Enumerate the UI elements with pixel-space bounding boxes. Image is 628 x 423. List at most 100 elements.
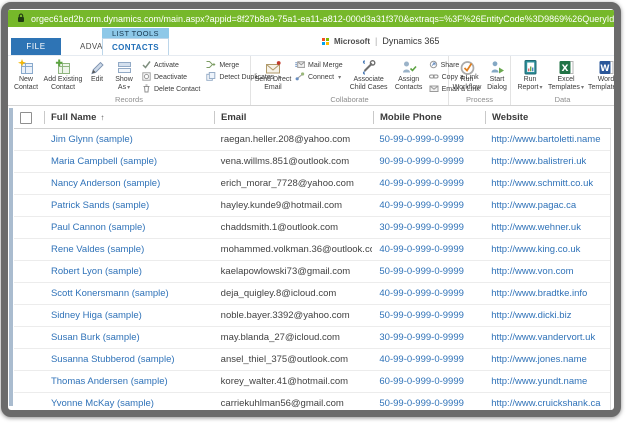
column-header-email[interactable]: Email bbox=[214, 107, 373, 128]
run-workflow-icon bbox=[459, 58, 476, 76]
table-row[interactable]: Jim Glynn (sample) raegan.heller.208@yah… bbox=[14, 129, 610, 151]
table-row[interactable]: Maria Campbell (sample) vena.willms.851@… bbox=[14, 151, 610, 173]
contact-website-link[interactable]: http://www.schmitt.co.uk bbox=[484, 173, 610, 194]
contact-phone-link[interactable]: 30-99-0-999-0-9999 bbox=[372, 217, 484, 238]
tab-file[interactable]: FILE bbox=[11, 38, 61, 55]
contact-name-link[interactable]: Jim Glynn (sample) bbox=[44, 129, 214, 150]
contact-email: deja_quigley.8@icloud.com bbox=[214, 283, 373, 304]
table-row[interactable]: Scott Konersmann (sample) deja_quigley.8… bbox=[14, 283, 610, 305]
contact-name-link[interactable]: Susan Burk (sample) bbox=[44, 327, 214, 348]
contact-website-link[interactable]: http://www.von.com bbox=[484, 261, 610, 282]
contact-phone-link[interactable]: 90-99-0-999-0-9999 bbox=[372, 151, 484, 172]
show-as-button[interactable]: Show As▾ bbox=[109, 57, 139, 92]
ribbon-group-records: New Contact Add Existing Contact Edit bbox=[8, 56, 251, 105]
table-row[interactable]: Nancy Anderson (sample) erich_morar_7728… bbox=[14, 173, 610, 195]
excel-templates-button[interactable]: X Excel Templates▾ bbox=[546, 57, 586, 92]
contact-phone-link[interactable]: 30-99-0-999-0-9999 bbox=[372, 327, 484, 348]
contact-email: vena.willms.851@outlook.com bbox=[214, 151, 373, 172]
lock-icon bbox=[17, 13, 25, 25]
screenshot-stage: orgec61ed2b.crm.dynamics.com/main.aspx?a… bbox=[0, 0, 628, 423]
contact-name-link[interactable]: Thomas Andersen (sample) bbox=[44, 371, 214, 392]
table-row[interactable]: Robert Lyon (sample) kaelapowlowski73@gm… bbox=[14, 261, 610, 283]
associate-child-cases-button[interactable]: Associate Child Cases bbox=[346, 57, 392, 92]
select-all-cell bbox=[14, 107, 44, 128]
contact-email: noble.bayer.3392@yahoo.com bbox=[214, 305, 373, 326]
table-row[interactable]: Susan Burk (sample) may.blanda_27@icloud… bbox=[14, 327, 610, 349]
column-header-mobile-phone[interactable]: Mobile Phone bbox=[373, 107, 485, 128]
deactivate-button[interactable]: Deactivate bbox=[139, 71, 203, 83]
connect-button[interactable]: Connect ▾ bbox=[292, 71, 346, 83]
grid-header-row: Full Name ↑ Email Mobile Phone Website bbox=[14, 107, 611, 129]
contact-phone-link[interactable]: 40-99-0-999-0-9999 bbox=[372, 195, 484, 216]
contact-name-link[interactable]: Nancy Anderson (sample) bbox=[44, 173, 214, 194]
browser-window: orgec61ed2b.crm.dynamics.com/main.aspx?a… bbox=[1, 2, 621, 417]
contact-name-link[interactable]: Robert Lyon (sample) bbox=[44, 261, 214, 282]
column-header-full-name[interactable]: Full Name ↑ bbox=[44, 107, 214, 128]
table-row[interactable]: Patrick Sands (sample) hayley.kunde9@hot… bbox=[14, 195, 610, 217]
contact-email: erich_morar_7728@yahoo.com bbox=[214, 173, 373, 194]
logo-divider: | bbox=[375, 36, 377, 46]
contact-name-link[interactable]: Scott Konersmann (sample) bbox=[44, 283, 214, 304]
contact-website-link[interactable]: http://www.yundt.name bbox=[484, 371, 610, 392]
table-row[interactable]: Sidney Higa (sample) noble.bayer.3392@ya… bbox=[14, 305, 610, 327]
contact-phone-link[interactable]: 40-99-0-999-0-9999 bbox=[372, 349, 484, 370]
contact-phone-link[interactable]: 40-99-0-999-0-9999 bbox=[372, 283, 484, 304]
contact-website-link[interactable]: http://www.wehner.uk bbox=[484, 217, 610, 238]
contact-website-link[interactable]: http://www.bradtke.info bbox=[484, 283, 610, 304]
contact-website-link[interactable]: http://www.bartoletti.name bbox=[484, 129, 610, 150]
table-row[interactable]: Paul Cannon (sample) chaddsmith.1@outloo… bbox=[14, 217, 610, 239]
table-row[interactable]: Rene Valdes (sample) mohammed.volkman.36… bbox=[14, 239, 610, 261]
contact-website-link[interactable]: http://www.balistreri.uk bbox=[484, 151, 610, 172]
browser-address-bar[interactable]: orgec61ed2b.crm.dynamics.com/main.aspx?a… bbox=[8, 10, 614, 27]
select-all-checkbox[interactable] bbox=[20, 112, 32, 124]
table-row[interactable]: Thomas Andersen (sample) korey_walter.41… bbox=[14, 371, 610, 393]
contact-phone-link[interactable]: 60-99-0-999-0-9999 bbox=[372, 371, 484, 392]
trash-icon bbox=[142, 84, 151, 95]
contact-website-link[interactable]: http://www.vandervort.uk bbox=[484, 327, 610, 348]
contact-website-link[interactable]: http://www.pagac.ca bbox=[484, 195, 610, 216]
contact-phone-link[interactable]: 50-99-0-999-0-9999 bbox=[372, 261, 484, 282]
tab-contacts[interactable]: CONTACTS bbox=[102, 38, 169, 55]
contact-phone-link[interactable]: 50-99-0-999-0-9999 bbox=[372, 393, 484, 414]
contact-email: raegan.heller.208@yahoo.com bbox=[214, 129, 373, 150]
microsoft-wordmark: Microsoft bbox=[334, 37, 370, 46]
contact-name-link[interactable]: Susanna Stubberod (sample) bbox=[44, 349, 214, 370]
run-report-button[interactable]: Run Report▾ bbox=[514, 57, 546, 92]
add-existing-contact-button[interactable]: Add Existing Contact bbox=[41, 57, 85, 92]
assign-contacts-button[interactable]: Assign Contacts bbox=[392, 57, 426, 92]
contact-name-link[interactable]: Patrick Sands (sample) bbox=[44, 195, 214, 216]
contact-website-link[interactable]: http://www.king.co.uk bbox=[484, 239, 610, 260]
run-workflow-button[interactable]: Run Workflow bbox=[452, 57, 482, 92]
edit-button[interactable]: Edit bbox=[85, 57, 109, 84]
merge-icon bbox=[206, 60, 216, 71]
delete-contact-button[interactable]: Delete Contact bbox=[139, 83, 203, 95]
contact-name-link[interactable]: Sidney Higa (sample) bbox=[44, 305, 214, 326]
new-contact-button[interactable]: New Contact bbox=[11, 57, 41, 92]
word-icon: W bbox=[598, 58, 615, 76]
contact-email: mohammed.volkman.36@outlook.com bbox=[214, 239, 373, 260]
contact-website-link[interactable]: http://www.dicki.biz bbox=[484, 305, 610, 326]
table-row[interactable]: Yvonne McKay (sample) carriekuhlman56@gm… bbox=[14, 393, 610, 415]
contact-name-link[interactable]: Maria Campbell (sample) bbox=[44, 151, 214, 172]
chevron-down-icon: ▾ bbox=[581, 85, 584, 91]
contact-name-link[interactable]: Paul Cannon (sample) bbox=[44, 217, 214, 238]
contact-phone-link[interactable]: 50-99-0-999-0-9999 bbox=[372, 305, 484, 326]
send-direct-email-button[interactable]: Send Direct Email bbox=[254, 57, 292, 92]
svg-text:W: W bbox=[600, 64, 610, 74]
mail-merge-icon bbox=[295, 60, 305, 71]
activate-button[interactable]: Activate bbox=[139, 59, 203, 71]
contact-website-link[interactable]: http://www.jones.name bbox=[484, 349, 610, 370]
email-link-icon bbox=[429, 84, 439, 95]
contact-name-link[interactable]: Rene Valdes (sample) bbox=[44, 239, 214, 260]
table-row[interactable]: Susanna Stubberod (sample) ansel_thiel_3… bbox=[14, 349, 610, 371]
mail-merge-button[interactable]: Mail Merge bbox=[292, 59, 346, 71]
contact-phone-link[interactable]: 40-99-0-999-0-9999 bbox=[372, 173, 484, 194]
contact-website-link[interactable]: http://www.cruickshank.ca bbox=[484, 393, 610, 414]
contact-phone-link[interactable]: 40-99-0-999-0-9999 bbox=[372, 239, 484, 260]
column-header-website[interactable]: Website bbox=[485, 107, 611, 128]
start-dialog-button[interactable]: Start Dialog bbox=[482, 57, 512, 92]
sort-ascending-icon: ↑ bbox=[100, 113, 104, 122]
contact-name-link[interactable]: Yvonne McKay (sample) bbox=[44, 393, 214, 414]
word-templates-button[interactable]: W Word Templates▾ bbox=[586, 57, 614, 92]
contact-phone-link[interactable]: 50-99-0-999-0-9999 bbox=[372, 129, 484, 150]
